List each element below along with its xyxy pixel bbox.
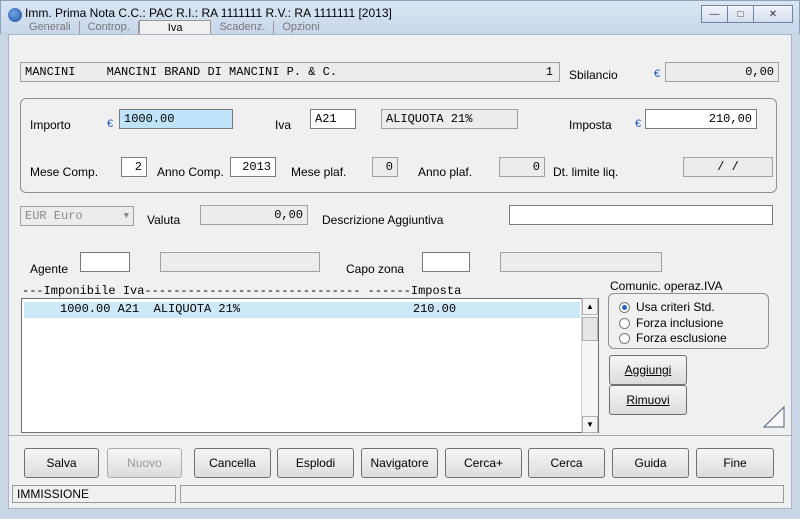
scroll-up-icon[interactable]: ▲ — [582, 298, 598, 315]
anno-plaf-field: 0 — [499, 157, 545, 177]
radio-usa-criteri[interactable]: Usa criteri Std. — [619, 300, 715, 314]
importo-label: Importo — [30, 118, 71, 132]
euro-icon: € — [654, 68, 661, 80]
imposta-label: Imposta — [569, 118, 612, 132]
list-item[interactable]: 1000.00 A21 ALIQUOTA 21% 210.00 — [24, 302, 580, 318]
capo-zona-label: Capo zona — [346, 262, 405, 276]
comunic-radio-group: Usa criteri Std. Forza inclusione Forza … — [608, 293, 769, 349]
euro-icon: € — [107, 118, 114, 130]
cerca-button[interactable]: Cerca — [528, 448, 605, 478]
aggiungi-button[interactable]: Aggiungi — [609, 355, 687, 385]
importo-input[interactable]: 1000.00 — [119, 109, 233, 129]
tab-controp[interactable]: Controp. — [80, 21, 139, 35]
dt-limite-label: Dt. limite liq. — [553, 165, 619, 179]
anno-comp-label: Anno Comp. — [157, 165, 224, 179]
scroll-down-icon[interactable]: ▼ — [582, 416, 598, 433]
cancella-button[interactable]: Cancella — [194, 448, 271, 478]
dt-limite-field: / / — [683, 157, 773, 177]
iva-label: Iva — [275, 118, 292, 132]
sbilancio-field: 0,00 — [665, 62, 779, 82]
window-title: Imm. Prima Nota C.C.: PAC R.I.: RA 11111… — [25, 6, 392, 20]
radio-icon — [619, 332, 630, 344]
client-code: MANCINI — [25, 65, 76, 79]
title-bar: Imm. Prima Nota C.C.: PAC R.I.: RA 11111… — [0, 0, 800, 36]
iva-list[interactable]: 1000.00 A21 ALIQUOTA 21% 210.00 ▲ ▼ — [21, 298, 599, 433]
radio-label: Forza esclusione — [636, 331, 727, 345]
mese-comp-label: Mese Comp. — [30, 165, 99, 179]
status-message — [180, 485, 784, 503]
minimize-button[interactable]: — — [701, 5, 728, 23]
anno-plaf-label: Anno plaf. — [418, 165, 473, 179]
comunic-title: Comunic. operaz.IVA — [610, 279, 723, 293]
currency-select[interactable]: EUR Euro ▼ — [20, 206, 134, 226]
aggiungi-label: Aggiungi — [624, 363, 672, 377]
mese-comp-input[interactable]: 2 — [121, 157, 147, 177]
sbilancio-label: Sbilancio — [569, 68, 618, 82]
agente-label: Agente — [30, 262, 69, 276]
salva-button[interactable]: Salva — [24, 448, 99, 478]
agente-description — [160, 252, 320, 272]
divider — [9, 435, 791, 436]
valuta-field: 0,00 — [200, 205, 308, 225]
currency-select-value: EUR Euro — [25, 209, 83, 223]
radio-icon — [619, 317, 630, 329]
list-header: ---Imponibile Iva-----------------------… — [22, 284, 462, 298]
nuovo-button[interactable]: Nuovo — [107, 448, 182, 478]
radio-label: Usa criteri Std. — [636, 300, 715, 314]
descrizione-label: Descrizione Aggiuntiva — [322, 213, 444, 227]
radio-selected-icon — [619, 301, 630, 313]
tab-generali[interactable]: Generali — [21, 21, 80, 35]
imposta-input[interactable]: 210,00 — [645, 109, 757, 129]
fine-button[interactable]: Fine — [696, 448, 774, 478]
agente-input[interactable] — [80, 252, 130, 272]
close-button[interactable]: ✕ — [753, 5, 793, 23]
tab-scadenz[interactable]: Scadenz. — [211, 21, 275, 35]
capo-zona-description — [500, 252, 662, 272]
capo-zona-input[interactable] — [422, 252, 470, 272]
iva-description: ALIQUOTA 21% — [381, 109, 518, 129]
mese-plaf-label: Mese plaf. — [291, 165, 347, 179]
mese-plaf-field: 0 — [372, 157, 398, 177]
rimuovi-button[interactable]: Rimuovi — [609, 385, 687, 415]
cerca-plus-button[interactable]: Cerca+ — [445, 448, 522, 478]
anno-comp-input[interactable]: 2013 — [230, 157, 276, 177]
chevron-down-icon: ▼ — [123, 211, 129, 221]
client-field: MANCINI MANCINI BRAND DI MANCINI P. & C.… — [20, 62, 560, 82]
maximize-icon: □ — [737, 8, 744, 20]
corner-fold-icon — [763, 406, 785, 428]
maximize-button[interactable]: □ — [727, 5, 754, 23]
iva-code-input[interactable]: A21 — [310, 109, 356, 129]
esplodi-button[interactable]: Esplodi — [277, 448, 354, 478]
radio-label: Forza inclusione — [636, 316, 724, 330]
scrollbar[interactable]: ▲ ▼ — [581, 298, 598, 433]
scroll-thumb[interactable] — [582, 317, 598, 341]
rimuovi-label: Rimuovi — [626, 393, 670, 407]
form-area: MANCINI MANCINI BRAND DI MANCINI P. & C.… — [8, 34, 792, 509]
guida-button[interactable]: Guida — [612, 448, 689, 478]
radio-forza-esclusione[interactable]: Forza esclusione — [619, 331, 727, 345]
counter-value: 1 — [545, 65, 553, 79]
tab-opzioni[interactable]: Opzioni — [274, 21, 327, 35]
radio-forza-inclusione[interactable]: Forza inclusione — [619, 316, 723, 330]
descrizione-input[interactable] — [509, 205, 773, 225]
close-icon: ✕ — [768, 8, 778, 20]
app-icon — [8, 8, 22, 22]
status-mode: IMMISSIONE — [12, 485, 176, 503]
valuta-label: Valuta — [147, 213, 181, 227]
client-name: MANCINI BRAND DI MANCINI P. & C. — [106, 65, 338, 79]
navigatore-button[interactable]: Navigatore — [361, 448, 438, 478]
minimize-icon: — — [709, 8, 720, 20]
euro-icon: € — [635, 118, 642, 130]
